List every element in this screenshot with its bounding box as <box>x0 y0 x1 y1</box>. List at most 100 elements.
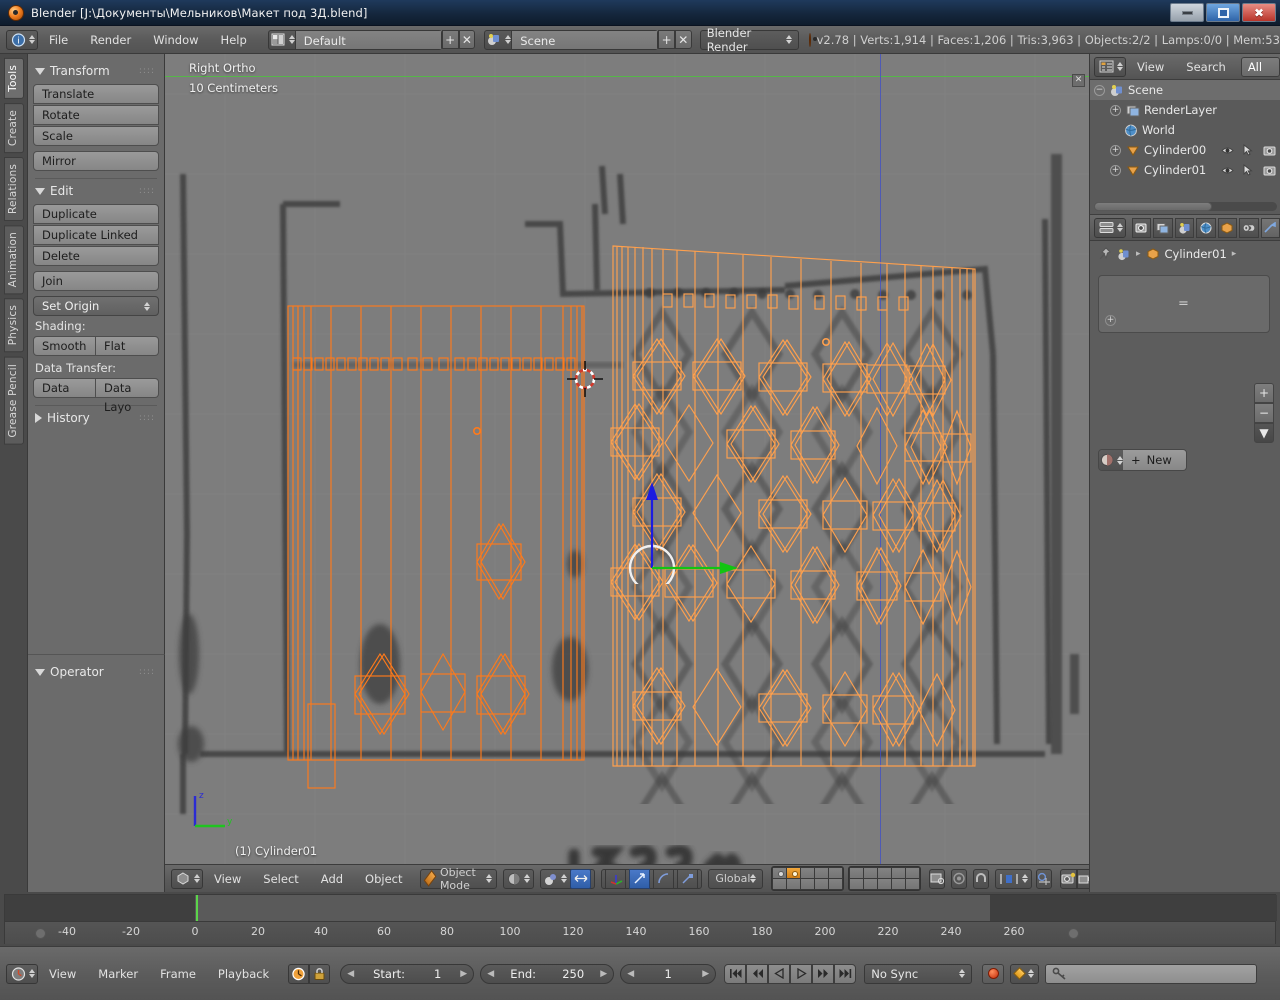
duplicate-linked-button[interactable]: Duplicate Linked <box>33 225 159 245</box>
screen-layout-selector[interactable]: Default <box>267 29 442 50</box>
current-frame-field[interactable]: ◀ 1 ▶ <box>620 963 717 984</box>
increment-icon[interactable]: ▶ <box>702 969 709 979</box>
eye-icon[interactable] <box>1221 145 1234 156</box>
menu-render[interactable]: Render <box>79 30 142 50</box>
increment-icon[interactable]: ▶ <box>460 969 467 979</box>
expand-icon[interactable]: + <box>1110 144 1121 156</box>
scene-tab[interactable] <box>1174 217 1195 238</box>
tab-grease-pencil[interactable]: Grease Pencil <box>3 356 24 445</box>
layer-cell-19[interactable] <box>892 879 906 889</box>
layer-group-2[interactable] <box>848 866 922 891</box>
timeline-scroll-right-handle[interactable] <box>1068 928 1079 939</box>
view-menu[interactable]: View <box>203 869 252 889</box>
translate-manipulator[interactable] <box>620 474 750 584</box>
outliner-search-menu[interactable]: Search <box>1175 57 1237 77</box>
lock-timeline-button[interactable] <box>309 963 331 984</box>
layer-cell-5[interactable] <box>829 868 843 878</box>
render-tab[interactable] <box>1132 217 1152 238</box>
timeline-scroll-left-handle[interactable] <box>35 928 46 939</box>
delete-screen-layout-button[interactable]: ✕ <box>458 30 476 49</box>
outliner-row-renderlayer[interactable]: + RenderLayer <box>1090 100 1280 120</box>
object-menu[interactable]: Object <box>354 869 413 889</box>
layer-cell-10[interactable] <box>906 868 920 878</box>
timeline-editor-type-selector[interactable] <box>6 963 38 984</box>
tab-animation[interactable]: Animation <box>3 225 24 295</box>
layer-cell-15[interactable] <box>829 879 843 889</box>
timeline-view-menu[interactable]: View <box>38 964 87 984</box>
collapse-icon[interactable]: − <box>1094 84 1105 96</box>
outliner-editor-type-selector[interactable] <box>1094 56 1126 77</box>
renderlayers-tab[interactable] <box>1153 217 1173 238</box>
pivot-point-selector[interactable] <box>540 868 596 889</box>
timeline-ruler[interactable]: -40 -20 0 20 40 60 80 100 120 140 160 18… <box>4 922 1276 944</box>
eye-icon[interactable] <box>1221 165 1234 176</box>
layer-cell-3[interactable] <box>801 868 815 878</box>
scene-layers[interactable] <box>771 866 922 891</box>
new-material-button[interactable]: + New <box>1123 450 1186 470</box>
modifiers-tab[interactable] <box>1260 217 1280 238</box>
transfer-data-button[interactable]: Data <box>33 378 96 398</box>
next-keyframe-button[interactable] <box>812 963 835 984</box>
snap-target-button[interactable] <box>1036 868 1053 889</box>
editor-type-selector[interactable]: i <box>6 29 38 50</box>
end-frame-field[interactable]: ◀ End: 250 ▶ <box>480 963 615 984</box>
material-slot-list[interactable]: + = <box>1098 275 1270 333</box>
join-button[interactable]: Join <box>33 271 159 291</box>
tab-relations[interactable]: Relations <box>3 156 24 221</box>
jump-to-end-button[interactable] <box>834 963 857 984</box>
scrollbar-thumb[interactable] <box>1094 202 1212 211</box>
viewport-editor-spin[interactable] <box>194 874 200 883</box>
delete-button[interactable]: Delete <box>33 246 159 266</box>
record-button[interactable] <box>982 963 1005 984</box>
play-button[interactable] <box>790 963 813 984</box>
screen-layout-value[interactable]: Default <box>294 30 441 49</box>
shade-smooth-button[interactable]: Smooth <box>33 336 96 356</box>
outliner-row-scene[interactable]: − Scene <box>1090 80 1280 100</box>
delete-scene-button[interactable]: ✕ <box>674 30 692 49</box>
keying-set-field[interactable] <box>1045 963 1258 984</box>
translate-button[interactable]: Translate <box>33 84 159 104</box>
manipulator-enable-toggle[interactable] <box>605 868 627 889</box>
tab-tools[interactable]: Tools <box>3 58 24 99</box>
timeline-editor-spin[interactable] <box>29 969 35 978</box>
viewport-close-icon[interactable]: ✕ <box>1072 74 1085 87</box>
viewport-shading-selector[interactable] <box>503 868 535 889</box>
browse-material-button[interactable] <box>1099 450 1123 470</box>
layer-cell-8[interactable] <box>878 868 892 878</box>
layer-cell-14[interactable] <box>815 879 829 889</box>
add-menu[interactable]: Add <box>310 869 354 889</box>
viewport-editor-type-selector[interactable] <box>171 868 203 889</box>
layer-cell-12[interactable] <box>787 879 801 889</box>
auto-keyframe-button[interactable] <box>288 963 310 984</box>
scene-icon[interactable] <box>1117 248 1131 261</box>
layer-group-1[interactable] <box>771 866 845 891</box>
increment-icon[interactable]: ▶ <box>600 969 607 979</box>
outliner-view-menu[interactable]: View <box>1126 57 1175 77</box>
timeline-frame-menu[interactable]: Frame <box>149 964 207 984</box>
camera-icon[interactable] <box>1263 165 1276 176</box>
sync-mode-selector[interactable]: No Sync <box>864 963 973 984</box>
constraints-tab[interactable] <box>1239 217 1259 238</box>
interaction-mode-selector[interactable]: Object Mode <box>419 866 498 892</box>
layer-cell-11[interactable] <box>773 879 787 889</box>
translate-manipulator-toggle[interactable] <box>629 868 651 889</box>
scene-selector[interactable]: Scene <box>484 29 659 50</box>
layer-cell-7[interactable] <box>864 868 878 878</box>
play-reverse-button[interactable] <box>768 963 791 984</box>
world-tab[interactable] <box>1196 217 1216 238</box>
decrement-icon[interactable]: ◀ <box>487 969 494 979</box>
jump-to-start-button[interactable] <box>724 963 747 984</box>
pivot-options-toggle[interactable] <box>570 868 592 889</box>
start-frame-field[interactable]: ◀ Start: 1 ▶ <box>340 963 475 984</box>
cursor-arrow-icon[interactable] <box>1243 144 1254 156</box>
3d-viewport[interactable]: Right Ortho 10 Centimeters ✕ z y (1) Cyl… <box>165 54 1089 864</box>
maximize-button[interactable] <box>1206 3 1240 22</box>
layer-cell-9[interactable] <box>892 868 906 878</box>
outliner-row-world[interactable]: World <box>1090 120 1280 140</box>
remove-material-slot-button[interactable]: − <box>1254 403 1274 423</box>
rotate-manipulator-toggle[interactable] <box>653 868 675 889</box>
scene-value[interactable]: Scene <box>511 30 658 49</box>
set-origin-dropdown[interactable]: Set Origin <box>33 296 159 316</box>
menu-help[interactable]: Help <box>210 30 258 50</box>
timeline-playhead[interactable] <box>196 895 198 921</box>
